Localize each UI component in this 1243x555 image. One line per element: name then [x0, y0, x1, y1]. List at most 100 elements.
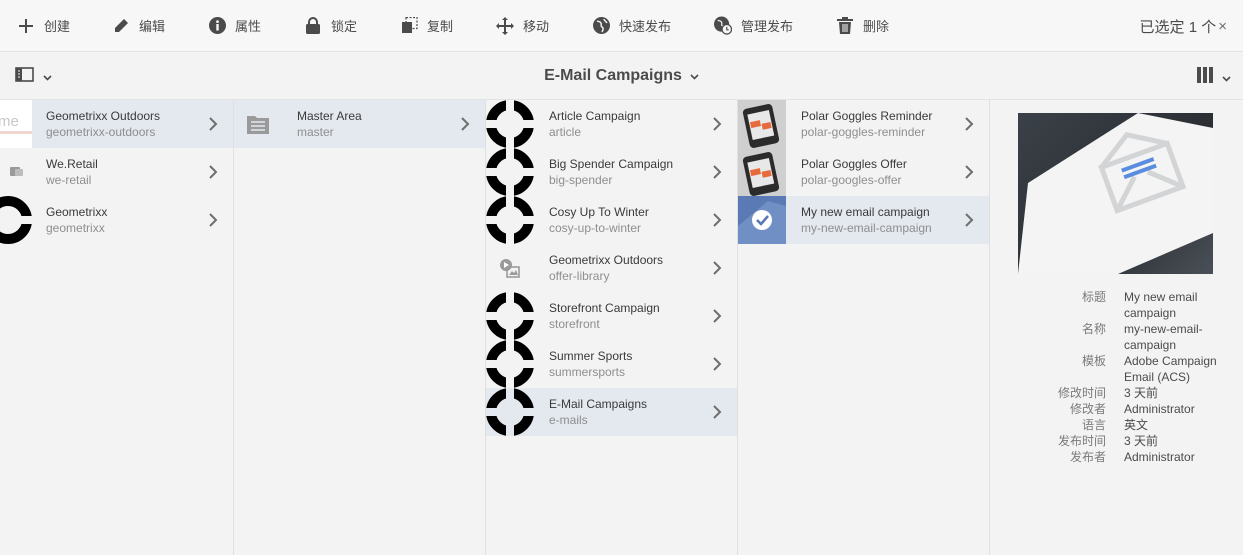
view-switcher-button[interactable]: [1197, 67, 1231, 88]
column-item[interactable]: Big Spender Campaign big-spender: [486, 148, 737, 196]
column-item[interactable]: Summer Sports summersports: [486, 340, 737, 388]
ring-thumbnail-icon: [0, 196, 32, 244]
metadata-value: Administrator: [1124, 450, 1195, 464]
item-name: geometrixx-outdoors: [46, 125, 156, 139]
item-name: master: [297, 125, 334, 139]
metadata-row: 修改者 Administrator: [990, 401, 1242, 417]
copy-icon: [400, 17, 418, 35]
chevron-right-icon: [965, 165, 974, 179]
column-item[interactable]: Master Area master: [234, 100, 485, 148]
globe-icon: [592, 17, 610, 35]
column-areas: Master Area master: [234, 100, 486, 555]
item-name: cosy-up-to-winter: [549, 221, 642, 235]
site-logo-thumbnail: me: [0, 100, 32, 148]
edit-button[interactable]: 编辑: [112, 0, 165, 52]
chevron-right-icon: [209, 213, 218, 227]
email-thumbnail-icon: [738, 148, 786, 196]
delete-button[interactable]: 删除: [836, 0, 889, 52]
column-item[interactable]: My new email campaign my-new-email-campai…: [738, 196, 989, 244]
metadata-row: 标题 My new email campaign: [990, 289, 1242, 321]
quick-publish-button[interactable]: 快速发布: [592, 0, 671, 52]
copy-label: 复制: [427, 19, 454, 34]
properties-button[interactable]: 属性: [208, 0, 261, 52]
item-title: Geometrixx Outdoors: [46, 109, 161, 123]
chat-icon: [0, 148, 32, 196]
page-title[interactable]: E-Mail Campaigns: [0, 52, 1243, 100]
ring-thumbnail-icon: [486, 148, 534, 196]
metadata-value: 英文: [1124, 418, 1149, 432]
email-thumbnail-icon: [738, 100, 786, 148]
item-name: offer-library: [549, 269, 610, 283]
ring-thumbnail-icon: [486, 388, 534, 436]
metadata-value: My new email campaign: [1124, 290, 1198, 320]
item-title: Storefront Campaign: [549, 301, 660, 315]
column-item[interactable]: We.Retail we-retail: [0, 148, 233, 196]
column-item[interactable]: Storefront Campaign storefront: [486, 292, 737, 340]
svg-text:me: me: [0, 113, 19, 130]
column-item[interactable]: me Geometrixx Outdoors geometrixx-outdoo…: [0, 100, 233, 148]
chevron-right-icon: [209, 165, 218, 179]
column-item[interactable]: Geometrixx Outdoors offer-library: [486, 244, 737, 292]
clear-selection-icon[interactable]: ×: [1218, 18, 1227, 35]
ring-thumbnail-icon: [486, 292, 534, 340]
lock-label: 锁定: [331, 19, 358, 34]
item-title: Summer Sports: [549, 349, 633, 363]
column-emails: Polar Goggles Reminder polar-goggles-remi…: [738, 100, 990, 555]
metadata-row: 修改时间 3 天前: [990, 385, 1242, 401]
metadata-label: 发布者: [1069, 450, 1106, 464]
manage-publication-label: 管理发布: [741, 19, 794, 34]
column-item[interactable]: E-Mail Campaigns e-mails: [486, 388, 737, 436]
create-button[interactable]: 创建: [17, 0, 70, 52]
item-title: Master Area: [297, 109, 362, 123]
item-title: Article Campaign: [549, 109, 641, 123]
folder-icon: [234, 100, 282, 148]
ring-thumbnail-icon: [486, 100, 534, 148]
chevron-right-icon: [209, 117, 218, 131]
metadata-label: 修改者: [1069, 402, 1106, 416]
copy-button[interactable]: 复制: [400, 0, 453, 52]
item-title: Polar Goggles Reminder: [801, 109, 933, 123]
chevron-right-icon: [713, 213, 722, 227]
column-item[interactable]: Article Campaign article: [486, 100, 737, 148]
metadata-label: 修改时间: [1057, 386, 1106, 400]
ring-thumbnail-icon: [486, 196, 534, 244]
column-item[interactable]: Polar Goggles Reminder polar-goggles-remi…: [738, 100, 989, 148]
quick-publish-label: 快速发布: [619, 19, 672, 34]
delete-label: 删除: [863, 19, 890, 34]
email-preview-thumbnail: [1018, 113, 1213, 274]
item-name: polar-goggles-reminder: [801, 125, 926, 139]
selected-check-icon: [738, 196, 786, 244]
title-bar: E-Mail Campaigns: [0, 52, 1243, 100]
item-name: summersports: [549, 365, 626, 379]
lock-icon: [304, 17, 322, 35]
lock-button[interactable]: 锁定: [304, 0, 357, 52]
column-item[interactable]: Polar Goggles Offer polar-googles-offer: [738, 148, 989, 196]
trash-icon: [836, 17, 854, 35]
item-title: Geometrixx: [46, 205, 108, 219]
item-title: Polar Goggles Offer: [801, 157, 907, 171]
chevron-right-icon: [713, 357, 722, 371]
item-name: article: [549, 125, 582, 139]
chevron-right-icon: [965, 117, 974, 131]
page-title-text: E-Mail Campaigns: [544, 67, 682, 84]
metadata-label: 模板: [1081, 354, 1106, 368]
chevron-right-icon: [965, 213, 974, 227]
globe-clock-icon: [714, 16, 732, 35]
pencil-icon: [112, 17, 130, 35]
metadata-row: 语言 英文: [990, 417, 1242, 433]
ring-thumbnail-icon: [486, 340, 534, 388]
chevron-right-icon: [713, 405, 722, 419]
item-title: Cosy Up To Winter: [549, 205, 649, 219]
item-name: big-spender: [549, 173, 613, 187]
preview-panel: 标题 My new email campaign 名称 my-new-email-ca…: [990, 100, 1243, 555]
offer-library-icon: [486, 244, 534, 292]
column-item[interactable]: Cosy Up To Winter cosy-up-to-winter: [486, 196, 737, 244]
manage-publication-button[interactable]: 管理发布: [714, 0, 793, 52]
move-button[interactable]: 移动: [496, 0, 549, 52]
item-title: E-Mail Campaigns: [549, 397, 648, 411]
column-item[interactable]: Geometrixx geometrixx: [0, 196, 233, 244]
item-title: My new email campaign: [801, 205, 930, 219]
item-title: We.Retail: [46, 157, 98, 171]
info-icon: [208, 17, 226, 35]
chevron-down-icon: [690, 67, 699, 85]
